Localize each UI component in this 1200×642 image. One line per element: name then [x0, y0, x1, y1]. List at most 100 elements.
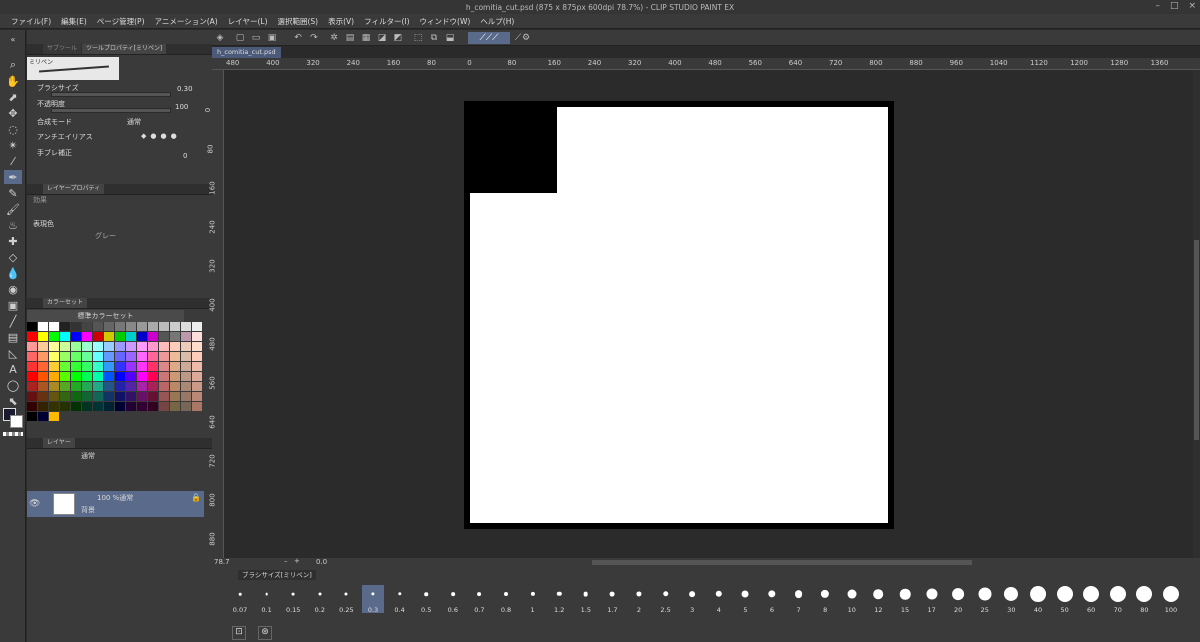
- color-swatch[interactable]: [104, 332, 114, 341]
- color-swatch[interactable]: [192, 372, 202, 381]
- redo-icon[interactable]: ↷: [308, 32, 320, 44]
- color-swatch[interactable]: [71, 352, 81, 361]
- color-swatch[interactable]: [170, 392, 180, 401]
- color-swatch[interactable]: [38, 362, 48, 371]
- color-swatch[interactable]: [192, 342, 202, 351]
- color-swatch[interactable]: [148, 332, 158, 341]
- color-swatch[interactable]: [71, 322, 81, 331]
- text-tool-icon[interactable]: A: [4, 362, 22, 376]
- color-swatch[interactable]: [159, 402, 169, 411]
- color-swatch[interactable]: [126, 332, 136, 341]
- color-swatch[interactable]: [82, 362, 92, 371]
- color-swatch[interactable]: [60, 362, 70, 371]
- color-swatch[interactable]: [148, 342, 158, 351]
- collapse-icon[interactable]: «: [4, 32, 22, 46]
- color-swatch[interactable]: [38, 332, 48, 341]
- maximize-button[interactable]: □: [1170, 1, 1179, 11]
- color-swatch[interactable]: [60, 352, 70, 361]
- brush-size-option[interactable]: 1.5: [575, 585, 597, 614]
- color-swatch[interactable]: [60, 402, 70, 411]
- color-swatch[interactable]: [38, 382, 48, 391]
- color-swatch[interactable]: [126, 382, 136, 391]
- color-swatch[interactable]: [170, 322, 180, 331]
- color-swatch[interactable]: [71, 342, 81, 351]
- color-swatch[interactable]: [192, 322, 202, 331]
- color-swatch[interactable]: [148, 362, 158, 371]
- color-swatch[interactable]: [181, 382, 191, 391]
- menu-animation[interactable]: アニメーション(A): [150, 16, 223, 27]
- color-swatch[interactable]: [104, 342, 114, 351]
- color-swatch[interactable]: [115, 382, 125, 391]
- color-swatch[interactable]: [27, 342, 37, 351]
- close-button[interactable]: ×: [1188, 1, 1196, 11]
- brush-size-option[interactable]: 0.6: [442, 585, 464, 614]
- color-swatch[interactable]: [82, 402, 92, 411]
- brush-size-option[interactable]: 12: [867, 585, 889, 614]
- brush-size-option[interactable]: 0.07: [229, 585, 251, 614]
- color-swatch[interactable]: [82, 382, 92, 391]
- snap-grid-icon[interactable]: ▦: [360, 32, 372, 44]
- fill-tool-icon[interactable]: ◉: [4, 282, 22, 296]
- color-set-select[interactable]: 標準カラーセット: [27, 310, 184, 322]
- color-swatch[interactable]: [82, 372, 92, 381]
- color-swatch[interactable]: [115, 342, 125, 351]
- color-swatch[interactable]: [93, 352, 103, 361]
- line-tool-icon[interactable]: ╱: [4, 314, 22, 328]
- brush-size-option[interactable]: 0.1: [256, 585, 278, 614]
- color-swatch[interactable]: [71, 392, 81, 401]
- color-swatch[interactable]: [192, 392, 202, 401]
- color-swatch[interactable]: [27, 372, 37, 381]
- color-swatch[interactable]: [93, 322, 103, 331]
- canvas-paper[interactable]: [464, 101, 894, 529]
- color-swatch[interactable]: [49, 372, 59, 381]
- color-swatch[interactable]: [181, 352, 191, 361]
- color-swatch[interactable]: [126, 352, 136, 361]
- brush-size-option[interactable]: 100: [1160, 585, 1182, 614]
- brush-size-option[interactable]: 0.25: [335, 585, 357, 614]
- menu-filter[interactable]: フィルター(I): [359, 16, 414, 27]
- color-swatch[interactable]: [181, 362, 191, 371]
- color-swatch[interactable]: [115, 352, 125, 361]
- color-swatch[interactable]: [192, 382, 202, 391]
- color-swatch[interactable]: [49, 382, 59, 391]
- color-swatch[interactable]: [181, 342, 191, 351]
- brush-tool-icon[interactable]: 🖌: [4, 202, 22, 216]
- brush-size-option[interactable]: 1.7: [601, 585, 623, 614]
- color-swatch[interactable]: [126, 372, 136, 381]
- tab-color-set[interactable]: カラーセット: [43, 298, 88, 308]
- layer-blend-select[interactable]: 通常: [81, 451, 95, 461]
- save-icon[interactable]: ▣: [266, 32, 278, 44]
- tab-brush-size[interactable]: ブラシサイズ[ミリペン]: [238, 570, 316, 580]
- zoom-value[interactable]: 78.7: [214, 558, 230, 566]
- color-swatch[interactable]: [82, 342, 92, 351]
- color-swatch[interactable]: [159, 342, 169, 351]
- color-swatch[interactable]: [104, 362, 114, 371]
- color-swatch[interactable]: [49, 412, 59, 421]
- zoom-tool-icon[interactable]: ⌕: [4, 58, 22, 72]
- airbrush-icon[interactable]: ♨: [4, 218, 22, 232]
- snap-ruler-icon[interactable]: ✲: [328, 32, 340, 44]
- correct-line-icon[interactable]: ⬉: [4, 394, 22, 408]
- brush-size-option[interactable]: 5: [734, 585, 756, 614]
- color-swatch[interactable]: [148, 402, 158, 411]
- color-swatch[interactable]: [148, 392, 158, 401]
- color-swatch[interactable]: [82, 332, 92, 341]
- lock-icon[interactable]: 🔒: [191, 493, 201, 502]
- tab-subtool[interactable]: サブツール: [43, 44, 82, 54]
- color-swatch[interactable]: [148, 322, 158, 331]
- color-swatch[interactable]: [126, 322, 136, 331]
- color-swatch[interactable]: [192, 332, 202, 341]
- new-file-icon[interactable]: ▢: [234, 32, 246, 44]
- color-swatch[interactable]: [159, 362, 169, 371]
- sub-color-swatch[interactable]: [10, 415, 23, 428]
- hand-tool-icon[interactable]: ✋: [4, 74, 22, 88]
- color-swatch[interactable]: [137, 402, 147, 411]
- color-swatch[interactable]: [60, 372, 70, 381]
- clear-icon[interactable]: ◪: [376, 32, 388, 44]
- minimize-button[interactable]: –: [1155, 1, 1160, 11]
- brush-size-option[interactable]: 20: [947, 585, 969, 614]
- color-swatch[interactable]: [38, 372, 48, 381]
- color-swatch[interactable]: [49, 322, 59, 331]
- color-swatch[interactable]: [82, 322, 92, 331]
- eraser-icon[interactable]: ◇: [4, 250, 22, 264]
